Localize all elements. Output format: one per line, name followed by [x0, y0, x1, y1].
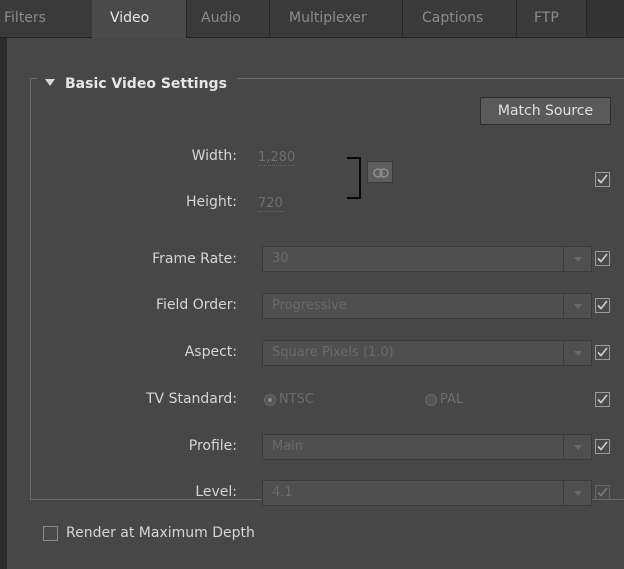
constrain-proportions-button[interactable]	[367, 161, 393, 183]
render-max-depth-label: Render at Maximum Depth	[66, 525, 255, 541]
chevron-down-icon[interactable]	[563, 435, 591, 459]
tab-ftp[interactable]: FTP	[516, 0, 586, 37]
tab-filters[interactable]: Filters	[0, 0, 92, 37]
checkmark-icon	[597, 441, 608, 451]
tv-standard-checkbox[interactable]	[595, 392, 610, 407]
checkmark-icon	[597, 300, 608, 310]
render-max-depth-checkbox[interactable]	[43, 526, 58, 541]
tab-audio[interactable]: Audio	[186, 0, 269, 37]
aspect-label: Aspect:	[184, 344, 237, 360]
video-settings-panel: Basic Video Settings Match Source Width:…	[7, 38, 624, 569]
chevron-down-icon[interactable]	[563, 247, 591, 271]
profile-select[interactable]: Main	[262, 434, 592, 460]
frame-rate-select[interactable]: 30	[262, 246, 592, 272]
field-order-label: Field Order:	[155, 297, 237, 313]
checkmark-icon	[597, 347, 608, 357]
aspect-select[interactable]: Square Pixels (1.0)	[262, 340, 592, 366]
width-height-checkbox[interactable]	[595, 172, 610, 187]
match-source-button[interactable]: Match Source	[480, 97, 611, 125]
height-field[interactable]: 720	[258, 196, 283, 212]
tab-bar: Filters Video Audio Multiplexer Captions…	[0, 0, 624, 38]
height-label: Height:	[186, 194, 237, 210]
field-order-select[interactable]: Progressive	[262, 293, 592, 319]
level-label: Level:	[195, 484, 237, 500]
profile-value: Main	[272, 439, 304, 454]
tv-standard-label: TV Standard:	[146, 391, 237, 407]
profile-checkbox[interactable]	[595, 439, 610, 454]
level-select[interactable]: 4.1	[262, 480, 592, 506]
chevron-down-icon[interactable]	[563, 341, 591, 365]
triangle-down-icon[interactable]	[45, 79, 55, 86]
ntsc-radio[interactable]	[264, 394, 276, 406]
tab-captions[interactable]: Captions	[402, 0, 516, 37]
chain-link-icon	[373, 168, 389, 178]
section-title: Basic Video Settings	[65, 76, 227, 92]
tab-bar-filler	[586, 0, 624, 37]
level-value: 4.1	[272, 485, 293, 500]
frame-rate-label: Frame Rate:	[152, 251, 237, 267]
aspect-checkbox[interactable]	[595, 345, 610, 360]
frame-rate-value: 30	[272, 251, 289, 266]
level-checkbox[interactable]	[595, 485, 610, 500]
tab-multiplexer[interactable]: Multiplexer	[269, 0, 402, 37]
field-order-checkbox[interactable]	[595, 298, 610, 313]
width-label: Width:	[191, 148, 237, 164]
checkmark-icon	[597, 487, 608, 497]
aspect-value: Square Pixels (1.0)	[272, 345, 394, 360]
pal-label: PAL	[440, 392, 464, 407]
chevron-down-icon[interactable]	[563, 481, 591, 505]
tab-video[interactable]: Video	[92, 0, 186, 38]
width-field[interactable]: 1,280	[258, 150, 296, 166]
checkmark-icon	[597, 253, 608, 263]
pal-radio[interactable]	[425, 394, 437, 406]
profile-label: Profile:	[188, 438, 237, 454]
link-bracket	[347, 157, 361, 199]
checkmark-icon	[597, 394, 608, 404]
field-order-value: Progressive	[272, 298, 347, 313]
chevron-down-icon[interactable]	[563, 294, 591, 318]
frame-rate-checkbox[interactable]	[595, 251, 610, 266]
checkmark-icon	[597, 174, 608, 184]
ntsc-label: NTSC	[279, 392, 314, 407]
section-header-basic-video-settings[interactable]: Basic Video Settings	[37, 74, 237, 94]
